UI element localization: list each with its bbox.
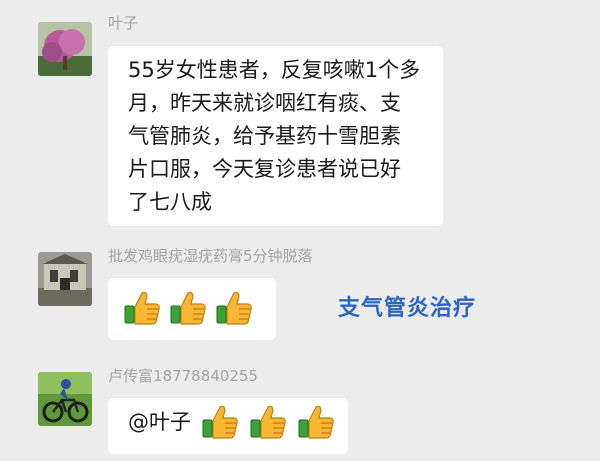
building-photo-avatar-icon: [38, 252, 92, 306]
chat-window: { "messages": [ { "sender": "叶子", "avata…: [0, 0, 600, 461]
avatar-flowering-tree[interactable]: [38, 22, 92, 76]
emoji-row: [122, 288, 260, 328]
cyclist-avatar-icon: [38, 372, 92, 426]
message-bubble[interactable]: 55岁女性患者，反复咳嗽1个多 月，昨天来就诊咽红有痰、支 气管肺炎，给予基药十…: [108, 46, 443, 226]
thumbs-up-icon: [296, 402, 336, 442]
emoji-row: [200, 402, 344, 442]
flowering-tree-avatar-icon: [38, 22, 92, 76]
thumbs-up-icon: [200, 402, 240, 442]
thumbs-up-icon: [214, 288, 254, 328]
thumbs-up-icon: [248, 402, 288, 442]
message-bubble[interactable]: [108, 278, 276, 340]
sender-name: 批发鸡眼疣湿疣药膏5分钟脱落: [108, 247, 313, 265]
sender-name: 叶子: [108, 14, 139, 32]
avatar-cyclist[interactable]: [38, 372, 92, 426]
sender-name: 卢传富18778840255: [108, 367, 258, 385]
thumbs-up-icon: [168, 288, 208, 328]
mention-text: @叶子: [128, 410, 191, 434]
thumbs-up-icon: [122, 288, 162, 328]
avatar-building-photo[interactable]: [38, 252, 92, 306]
overlay-caption: 支气管炎治疗: [338, 296, 477, 321]
message-text: 55岁女性患者，反复咳嗽1个多 月，昨天来就诊咽红有痰、支 气管肺炎，给予基药十…: [128, 58, 421, 214]
message-bubble[interactable]: @叶子: [108, 398, 348, 454]
